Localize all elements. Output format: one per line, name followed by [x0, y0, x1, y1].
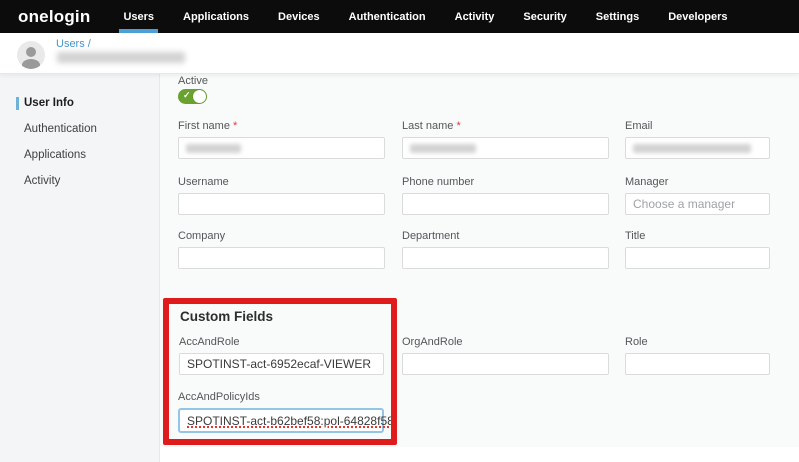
title-field: Title [625, 230, 770, 269]
org-and-role-input[interactable] [402, 353, 609, 375]
active-toggle[interactable]: ✓ [178, 89, 207, 104]
department-label: Department [402, 230, 609, 243]
user-avatar-icon [17, 41, 45, 69]
email-field: Email [625, 120, 770, 159]
manager-field: Manager [625, 176, 770, 215]
org-and-role-field: OrgAndRole [402, 336, 609, 375]
nav-item-settings[interactable]: Settings [595, 0, 640, 33]
acc-and-policy-ids-input[interactable]: SPOTINST-act-b62bef58:pol-64828f58 [178, 408, 384, 433]
role-field: Role [625, 336, 770, 375]
acc-and-role-field: AccAndRole [179, 336, 384, 375]
onelogin-user-page: onelogin Users Applications Devices Auth… [0, 0, 799, 462]
check-icon: ✓ [183, 90, 191, 101]
acc-and-policy-ids-field: AccAndPolicyIds SPOTINST-act-b62bef58:po… [178, 391, 384, 433]
sidebar-item-authentication[interactable]: Authentication [0, 116, 159, 142]
top-nav: onelogin Users Applications Devices Auth… [0, 0, 799, 33]
redacted-last-name-value [410, 144, 476, 153]
phone-number-input[interactable] [402, 193, 609, 215]
nav-item-users[interactable]: Users [122, 0, 155, 33]
acc-and-role-input[interactable] [179, 353, 384, 375]
page-header: Users / [0, 33, 799, 74]
last-name-label: Last name [402, 120, 453, 132]
sidebar: User Info Authentication Applications Ac… [0, 73, 160, 462]
onelogin-logo[interactable]: onelogin [18, 7, 90, 27]
required-asterisk: * [233, 120, 237, 132]
acc-and-role-label: AccAndRole [179, 336, 384, 349]
phone-number-label: Phone number [402, 176, 609, 189]
username-field: Username [178, 176, 385, 215]
user-info-form: Active ✓ First name * Last name * Email … [160, 73, 799, 447]
active-label: Active [178, 75, 208, 87]
role-input[interactable] [625, 353, 770, 375]
avatar-torso-shape [22, 59, 40, 69]
nav-item-security[interactable]: Security [522, 0, 567, 33]
sidebar-item-user-info[interactable]: User Info [0, 90, 159, 116]
phone-number-field: Phone number [402, 176, 609, 215]
custom-fields-heading: Custom Fields [180, 309, 273, 324]
sidebar-item-activity[interactable]: Activity [0, 168, 159, 194]
nav-item-developers[interactable]: Developers [667, 0, 728, 33]
department-field: Department [402, 230, 609, 269]
last-name-field: Last name * [402, 120, 609, 159]
nav-menu: Users Applications Devices Authenticatio… [122, 0, 728, 33]
org-and-role-label: OrgAndRole [402, 336, 609, 349]
breadcrumb-users-link[interactable]: Users / [56, 38, 91, 50]
role-label: Role [625, 336, 770, 349]
company-input[interactable] [178, 247, 385, 269]
redacted-user-name [57, 52, 185, 63]
company-field: Company [178, 230, 385, 269]
username-input[interactable] [178, 193, 385, 215]
manager-input[interactable] [625, 193, 770, 215]
email-label: Email [625, 120, 770, 133]
manager-label: Manager [625, 176, 770, 189]
title-label: Title [625, 230, 770, 243]
avatar-head-shape [26, 47, 36, 57]
first-name-field: First name * [178, 120, 385, 159]
redacted-email-value [633, 144, 751, 153]
company-label: Company [178, 230, 385, 243]
username-label: Username [178, 176, 385, 189]
toggle-knob [193, 90, 206, 103]
nav-item-applications[interactable]: Applications [182, 0, 250, 33]
department-input[interactable] [402, 247, 609, 269]
nav-item-authentication[interactable]: Authentication [348, 0, 427, 33]
sidebar-item-applications[interactable]: Applications [0, 142, 159, 168]
first-name-label: First name [178, 120, 230, 132]
acc-and-policy-ids-label: AccAndPolicyIds [178, 391, 384, 404]
acc-and-policy-ids-value: SPOTINST-act-b62bef58:pol-64828f58 [187, 414, 394, 428]
nav-item-devices[interactable]: Devices [277, 0, 321, 33]
nav-item-activity[interactable]: Activity [454, 0, 496, 33]
required-asterisk: * [456, 120, 460, 132]
title-input[interactable] [625, 247, 770, 269]
redacted-first-name-value [186, 144, 241, 153]
